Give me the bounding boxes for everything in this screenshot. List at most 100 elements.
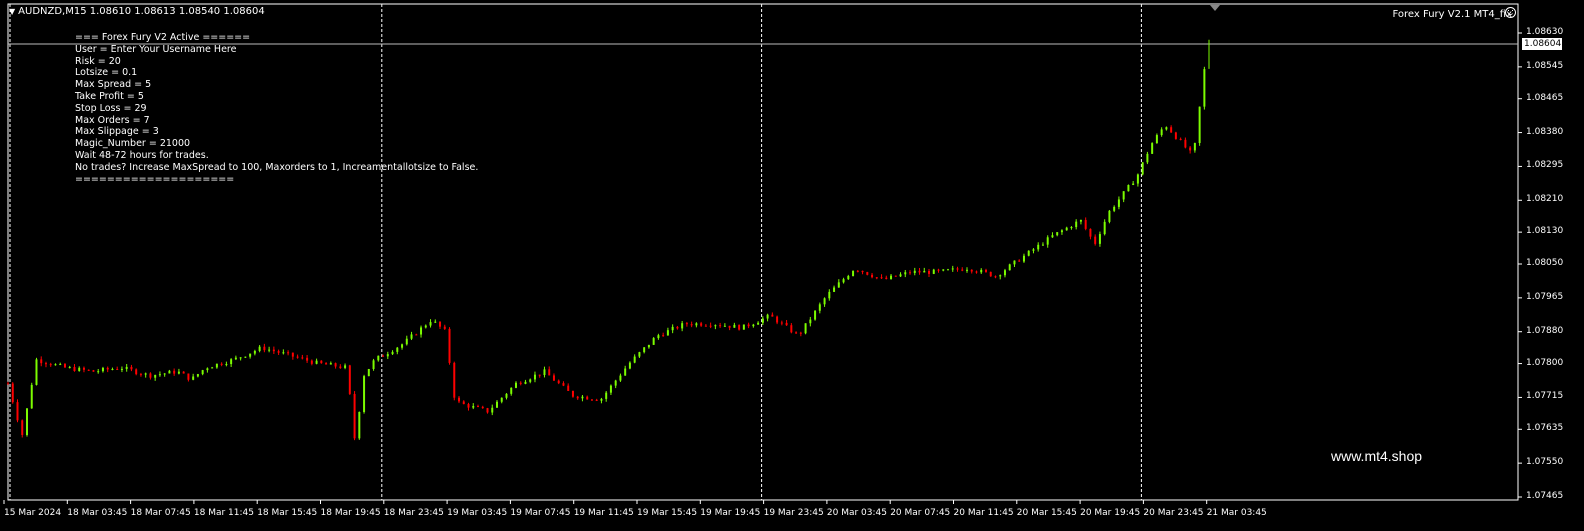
ea-info-panel: === Forex Fury V2 Active ====== User = En… [75,32,478,185]
candle [1165,126,1168,131]
expert-advisor-title: Forex Fury V2.1 MT4_fix [1392,9,1512,20]
y-tick-label: 1.08630 [1526,27,1564,37]
candle [1084,217,1087,231]
info-line: Risk = 20 [75,55,121,67]
candle [410,331,413,341]
candle [804,323,807,335]
candle [453,361,456,401]
candle [443,324,446,330]
candle [424,324,427,329]
candle [643,347,646,354]
candle [467,402,470,411]
y-tick-label: 1.08050 [1526,258,1564,268]
info-line: Max Orders = 7 [75,114,150,126]
x-tick-label: 20 Mar 19:45 [1080,508,1141,518]
chart-shift-icon[interactable] [1210,5,1220,11]
candle [40,356,43,367]
candle [97,369,100,374]
candle [35,357,38,386]
candle [700,321,703,327]
candle [82,366,85,373]
candle [135,368,138,376]
candle [1041,242,1044,246]
candle [937,268,940,273]
y-tick-label: 1.07635 [1526,423,1564,434]
candle [581,395,584,402]
candle [628,361,631,370]
candle [704,324,707,327]
candle [282,349,285,355]
candle [809,316,812,327]
dropdown-triangle-icon[interactable]: ▼ [9,7,15,16]
candle [458,396,461,404]
candle [605,391,608,402]
candle [334,362,337,369]
candle [1089,228,1092,240]
candle [439,321,442,329]
candle [1151,142,1154,154]
candle [533,371,536,383]
candle [187,373,190,382]
candle [139,372,142,377]
symbol-ohlc-text: AUDNZD,M15 1.08610 1.08613 1.08540 1.086… [18,6,265,17]
x-tick-label: 18 Mar 03:45 [67,508,128,518]
candle [738,324,741,331]
candle [609,384,612,396]
candle [999,274,1002,280]
x-tick-label: 20 Mar 07:45 [890,508,951,518]
candle [78,366,81,372]
info-line: Max Spread = 5 [75,79,152,91]
candle [25,408,28,437]
candle [714,324,717,330]
candle [1037,242,1040,252]
candle [961,267,964,272]
x-tick-label: 20 Mar 11:45 [953,508,1014,518]
candle [120,366,123,373]
info-line: No trades? Increase MaxSpread to 100, Ma… [75,161,479,173]
candle [1070,226,1073,230]
candle [1046,235,1049,248]
candle [514,381,517,389]
candle [158,371,161,377]
candle [1013,260,1016,268]
candle [44,361,47,368]
candle [310,359,313,366]
candle [477,404,480,408]
candle [989,271,992,277]
smiley-icon[interactable] [1505,7,1516,18]
candle [833,285,836,293]
candle [757,321,760,325]
candle [510,387,513,396]
candle [866,271,869,276]
candle [1032,248,1035,254]
watermark: www.mt4.shop [1331,448,1423,464]
candle [913,267,916,276]
candle [462,400,465,405]
candle [372,358,375,371]
x-tick-label: 18 Mar 11:45 [193,508,254,518]
candle [215,363,218,369]
candle [87,369,90,371]
x-tick-label: 15 Mar 2024 [4,508,62,518]
candle [1027,250,1030,257]
candle [928,268,931,278]
x-tick-label: 20 Mar 03:45 [826,508,887,518]
candle [101,366,104,373]
candle [73,364,76,372]
candle [1113,205,1116,213]
candle [956,266,959,272]
candle [358,411,361,440]
x-tick-label: 18 Mar 15:45 [257,508,318,518]
candle [106,366,109,373]
candle [239,357,242,361]
candle [54,363,57,366]
candle [263,343,266,353]
candle [1127,184,1130,192]
candle [557,379,560,385]
candle [728,325,731,331]
candle [149,372,152,380]
x-tick-label: 19 Mar 23:45 [763,508,824,518]
candle [253,349,256,356]
x-tick-label: 18 Mar 07:45 [130,508,191,518]
chart-window[interactable]: ▼ AUDNZD,M15 1.08610 1.08613 1.08540 1.08… [0,0,1584,531]
